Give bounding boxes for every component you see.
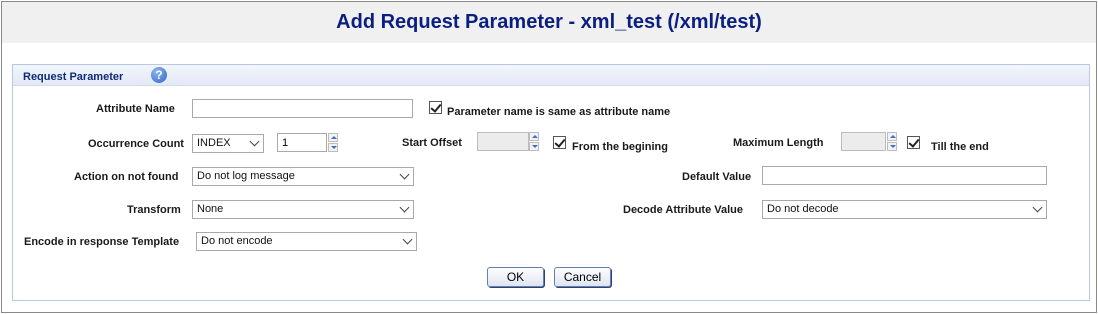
action-not-found-select[interactable]: Do not log message — [192, 167, 414, 186]
spinner-down-icon[interactable] — [328, 143, 338, 152]
default-value-input[interactable] — [762, 166, 1047, 185]
maximum-length-spinner[interactable] — [887, 132, 897, 151]
till-end-checkbox[interactable] — [907, 136, 920, 149]
encode-response-label: Encode in response Template — [24, 236, 180, 248]
request-parameter-panel: Request Parameter ? Attribute Name Param… — [12, 64, 1090, 301]
chevron-down-icon — [399, 169, 410, 180]
chevron-down-icon — [249, 136, 260, 147]
maximum-length-label: Maximum Length — [733, 137, 824, 149]
from-beginning-label: From the begining — [572, 141, 668, 153]
occurrence-count-label: Occurrence Count — [88, 138, 184, 150]
start-offset-label: Start Offset — [402, 137, 462, 149]
spinner-up-icon[interactable] — [328, 133, 338, 142]
action-not-found-value: Do not log message — [197, 170, 295, 182]
panel-title: Request Parameter — [23, 71, 124, 83]
decode-attribute-value: Do not decode — [767, 203, 839, 215]
spinner-up-icon[interactable] — [529, 132, 539, 141]
page-title: Add Request Parameter - xml_test (/xml/t… — [336, 11, 762, 33]
chevron-down-icon — [1032, 202, 1043, 213]
panel-header: Request Parameter ? — [13, 65, 1089, 86]
spinner-down-icon[interactable] — [887, 142, 897, 151]
help-icon[interactable]: ? — [151, 67, 167, 83]
occurrence-count-spinner[interactable] — [328, 133, 338, 152]
spinner-up-icon[interactable] — [887, 132, 897, 141]
chevron-down-icon — [399, 202, 410, 213]
attribute-name-label: Attribute Name — [96, 103, 175, 115]
start-offset-input[interactable] — [477, 132, 529, 151]
param-same-label: Parameter name is same as attribute name — [447, 106, 671, 118]
decode-attribute-select[interactable]: Do not decode — [762, 200, 1047, 219]
occurrence-count-value: INDEX — [197, 137, 231, 149]
start-offset-spinner[interactable] — [529, 132, 539, 151]
transform-label: Transform — [127, 204, 181, 216]
transform-select[interactable]: None — [192, 200, 414, 219]
encode-response-select[interactable]: Do not encode — [196, 232, 417, 251]
chevron-down-icon — [402, 234, 413, 245]
spinner-down-icon[interactable] — [529, 142, 539, 151]
attribute-name-input[interactable] — [192, 99, 413, 118]
action-not-found-label: Action on not found — [74, 171, 179, 183]
from-beginning-checkbox[interactable] — [553, 136, 566, 149]
transform-value: None — [197, 203, 224, 215]
encode-response-value: Do not encode — [201, 235, 273, 247]
occurrence-count-input[interactable] — [277, 133, 327, 152]
default-value-label: Default Value — [682, 171, 752, 183]
occurrence-count-select[interactable]: INDEX — [192, 134, 264, 153]
param-same-checkbox[interactable] — [429, 101, 442, 114]
dialog-header: Add Request Parameter - xml_test (/xml/t… — [2, 2, 1096, 43]
maximum-length-input[interactable] — [841, 132, 886, 151]
dialog-frame: Add Request Parameter - xml_test (/xml/t… — [1, 1, 1097, 313]
till-end-label: Till the end — [931, 141, 989, 153]
decode-attribute-label: Decode Attribute Value — [623, 204, 744, 216]
ok-button[interactable]: OK — [487, 267, 544, 287]
cancel-button[interactable]: Cancel — [554, 267, 611, 287]
